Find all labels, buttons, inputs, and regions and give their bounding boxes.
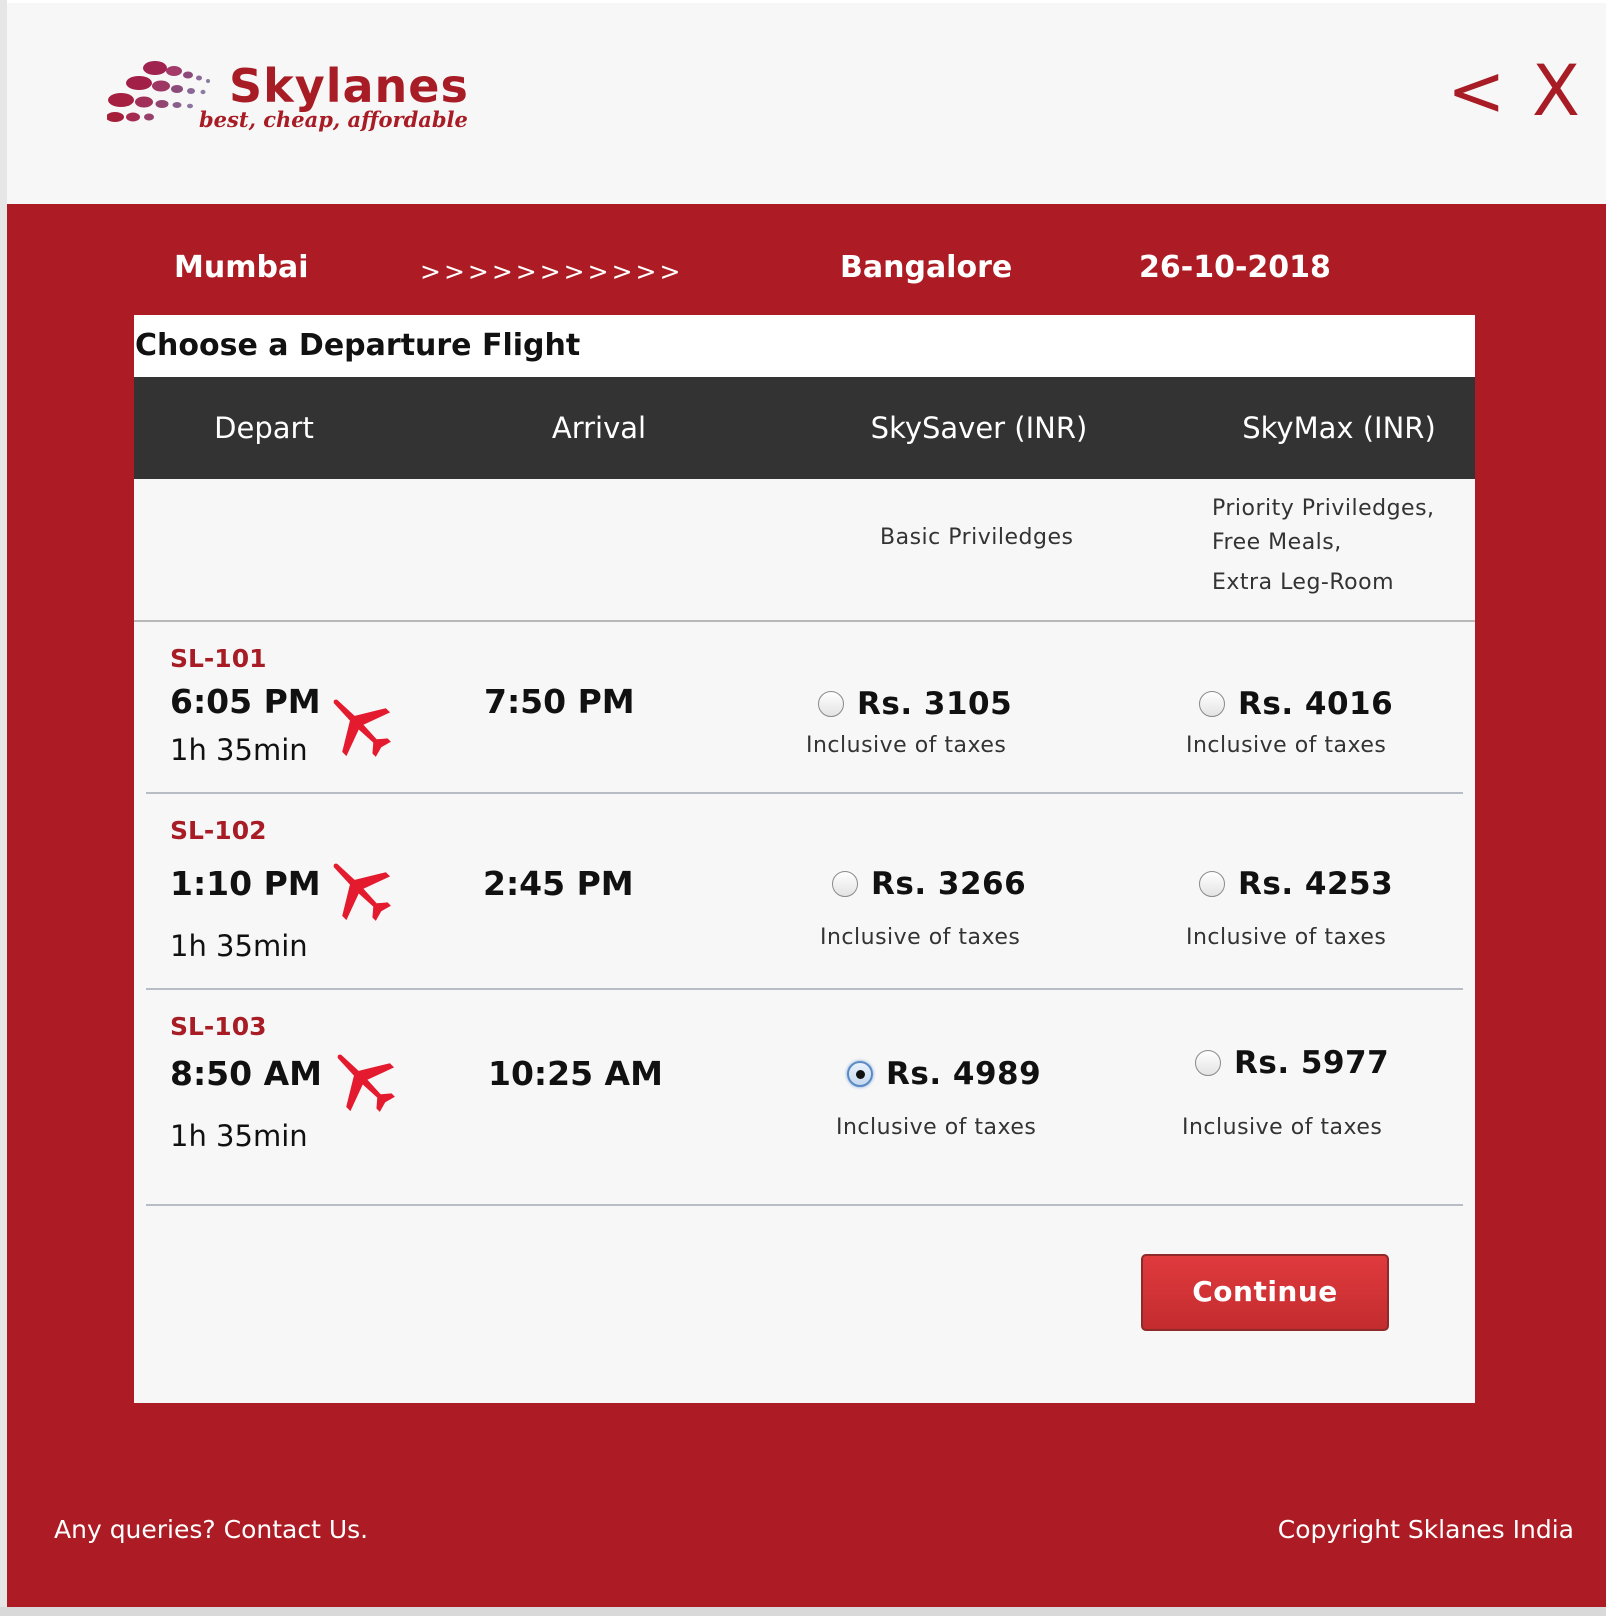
- skymax-benefit-line: Free Meals,: [1212, 530, 1342, 555]
- skysaver-radio[interactable]: [847, 1061, 873, 1087]
- skymax-benefits: Priority Priviledges, Free Meals, Extra …: [1212, 492, 1435, 606]
- flight-duration: 1h 35min: [170, 1119, 308, 1153]
- fare-price: Rs. 4989: [886, 1056, 1042, 1092]
- airplane-icon: [337, 1054, 395, 1112]
- background-edge-bottom: [0, 1607, 1606, 1616]
- skymax-fare-option[interactable]: Rs. 4253: [1199, 864, 1393, 904]
- skymax-benefit-line: Extra Leg-Room: [1212, 570, 1395, 595]
- skymax-fare-option[interactable]: Rs. 4016: [1199, 684, 1393, 724]
- table-header: Depart Arrival SkySaver (INR) SkyMax (IN…: [134, 377, 1475, 479]
- arrival-time: 7:50 PM: [484, 682, 635, 721]
- fare-tax-note: Inclusive of taxes: [820, 925, 1021, 950]
- flight-number: SL-101: [170, 644, 267, 673]
- departure-time: 8:50 AM: [170, 1054, 322, 1093]
- skysaver-fare-option[interactable]: Rs. 4989: [847, 1054, 1041, 1094]
- flight-duration: 1h 35min: [170, 733, 308, 767]
- fare-benefits-row: Basic Priviledges Priority Priviledges, …: [134, 479, 1475, 622]
- fare-price: Rs. 5977: [1234, 1045, 1390, 1081]
- skymax-benefit-line: Priority Priviledges,: [1212, 496, 1435, 521]
- column-header-arrival: Arrival: [551, 411, 647, 445]
- skymax-radio[interactable]: [1199, 871, 1225, 897]
- contact-us-link[interactable]: Any queries? Contact Us.: [54, 1512, 368, 1548]
- fare-tax-note: Inclusive of taxes: [806, 733, 1007, 758]
- fare-tax-note: Inclusive of taxes: [836, 1115, 1037, 1140]
- airplane-icon: [333, 699, 391, 757]
- flight-number: SL-102: [170, 816, 267, 845]
- fare-tax-note: Inclusive of taxes: [1182, 1115, 1383, 1140]
- back-button[interactable]: <: [1447, 51, 1506, 131]
- app-header: Skylanes best, cheap, affordable < X: [7, 3, 1606, 204]
- fare-price: Rs. 3105: [857, 686, 1013, 722]
- departure-time: 6:05 PM: [170, 682, 321, 721]
- skymax-radio[interactable]: [1195, 1050, 1221, 1076]
- skymax-radio[interactable]: [1199, 691, 1225, 717]
- fare-tax-note: Inclusive of taxes: [1186, 733, 1387, 758]
- arrival-time: 2:45 PM: [483, 864, 634, 903]
- airplane-icon: [333, 863, 391, 921]
- flight-row-sl-103: SL-103 8:50 AM 1h 35min 10:25 AM Rs. 498…: [146, 990, 1463, 1206]
- brand-tagline: best, cheap, affordable: [199, 107, 468, 132]
- skymax-fare-option[interactable]: Rs. 5977: [1195, 1043, 1389, 1083]
- flight-duration: 1h 35min: [170, 929, 308, 963]
- brand-logo: Skylanes best, cheap, affordable: [107, 55, 527, 155]
- column-header-skymax: SkyMax (INR): [1242, 411, 1436, 445]
- booking-window: Skylanes best, cheap, affordable < X Mum…: [7, 3, 1606, 1607]
- travel-date: 26-10-2018: [1139, 250, 1331, 285]
- route-origin: Mumbai: [174, 250, 309, 285]
- flight-selection-panel: Choose a Departure Flight Depart Arrival…: [134, 315, 1475, 1403]
- skysaver-radio[interactable]: [818, 691, 844, 717]
- main-content: Mumbai >>>>>>>>>>> Bangalore 26-10-2018 …: [7, 204, 1606, 1607]
- route-destination: Bangalore: [840, 250, 1013, 285]
- fare-price: Rs. 4016: [1238, 686, 1394, 722]
- skysaver-fare-option[interactable]: Rs. 3105: [818, 684, 1012, 724]
- skysaver-radio[interactable]: [832, 871, 858, 897]
- skysaver-fare-option[interactable]: Rs. 3266: [832, 864, 1026, 904]
- flight-number: SL-103: [170, 1012, 267, 1041]
- continue-button[interactable]: Continue: [1141, 1254, 1389, 1331]
- copyright-text: Copyright Sklanes India: [1277, 1515, 1574, 1544]
- panel-title: Choose a Departure Flight: [134, 315, 1475, 377]
- fare-tax-note: Inclusive of taxes: [1186, 925, 1387, 950]
- arrival-time: 10:25 AM: [488, 1054, 663, 1093]
- close-button[interactable]: X: [1532, 51, 1580, 131]
- flight-row-sl-101: SL-101 6:05 PM 1h 35min 7:50 PM Rs. 3105…: [146, 622, 1463, 794]
- column-header-depart: Depart: [214, 411, 314, 445]
- skysaver-benefits: Basic Priviledges: [880, 525, 1074, 550]
- fare-price: Rs. 4253: [1238, 866, 1394, 902]
- route-arrows: >>>>>>>>>>>: [420, 257, 684, 286]
- background-edge-left: [0, 0, 7, 1616]
- fare-price: Rs. 3266: [871, 866, 1027, 902]
- flight-row-sl-102: SL-102 1:10 PM 1h 35min 2:45 PM Rs. 3266…: [146, 794, 1463, 990]
- departure-time: 1:10 PM: [170, 864, 321, 903]
- column-header-skysaver: SkySaver (INR): [870, 411, 1088, 445]
